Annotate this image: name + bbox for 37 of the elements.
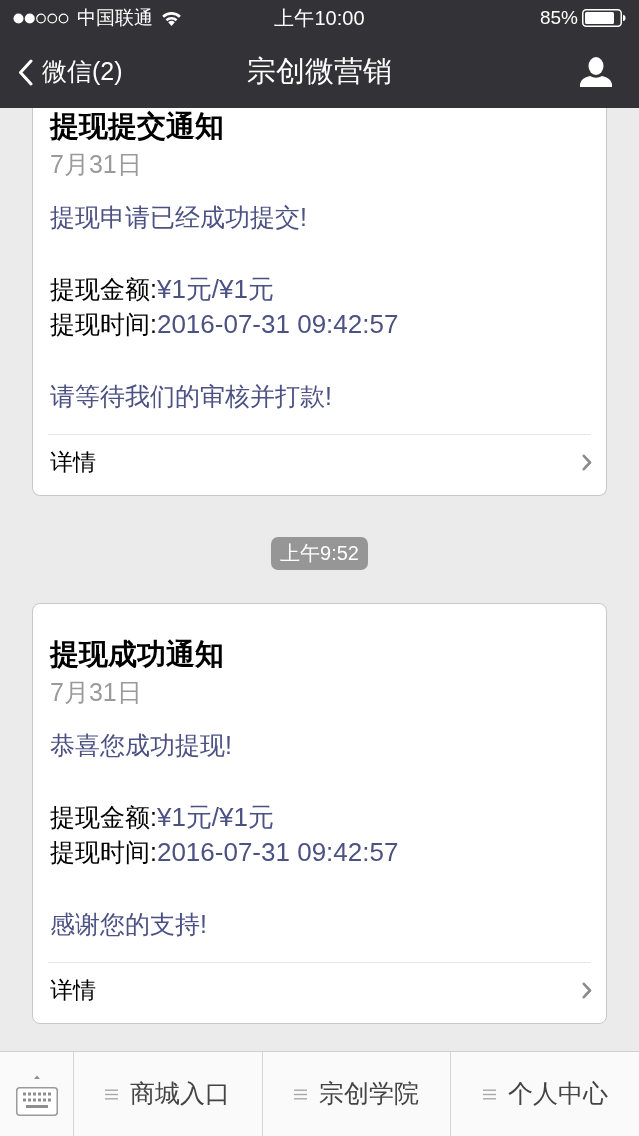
menu-icon: [294, 1088, 307, 1100]
wifi-icon: [161, 10, 182, 26]
status-time: 上午10:00: [274, 6, 365, 31]
menu-tab[interactable]: 宗创学院: [261, 1052, 451, 1136]
card-title: 提现成功通知: [50, 637, 225, 672]
chevron-right-icon: [582, 453, 592, 471]
timestamp-pill: 上午9:52: [271, 537, 368, 570]
card-title: 提现提交通知: [50, 109, 225, 144]
card-closing: 感谢您的支持!: [50, 909, 208, 940]
field-label: 提现金额:: [50, 802, 157, 833]
page-title: 宗创微营销: [247, 54, 392, 90]
field-value: ¥1元/¥1元: [156, 273, 275, 306]
details-link[interactable]: 详情: [33, 435, 606, 495]
card-intro: 提现申请已经成功提交!: [50, 202, 308, 233]
card-closing: 请等待我们的审核并打款!: [50, 381, 333, 412]
battery-percent: 85%: [539, 5, 578, 30]
carrier-name: 中国联通: [77, 5, 153, 30]
details-link[interactable]: 详情: [33, 963, 606, 1023]
menu-icon: [482, 1088, 496, 1100]
field-label: 提现时间:: [50, 309, 157, 340]
field-value: 2016-07-31 09:42:57: [156, 308, 399, 341]
menu-tab[interactable]: 个人中心: [450, 1052, 639, 1136]
profile-icon[interactable]: [580, 57, 612, 87]
chevron-right-icon: [582, 981, 592, 999]
card-date: 7月31日: [50, 149, 143, 180]
battery-icon: [582, 9, 626, 27]
field-value: 2016-07-31 09:42:57: [156, 836, 399, 869]
field-label: 提现时间:: [50, 837, 157, 868]
field-value: ¥1元/¥1元: [156, 801, 275, 834]
menu-icon: [105, 1088, 119, 1100]
field-label: 提现金额:: [50, 274, 157, 305]
card-date: 7月31日: [50, 677, 143, 708]
back-button[interactable]: 微信(2): [18, 53, 123, 91]
back-chevron-icon: [18, 58, 33, 86]
card-intro: 恭喜您成功提现!: [50, 730, 233, 761]
signal-icon: [13, 12, 69, 24]
menu-tab[interactable]: 商城入口: [74, 1052, 262, 1136]
